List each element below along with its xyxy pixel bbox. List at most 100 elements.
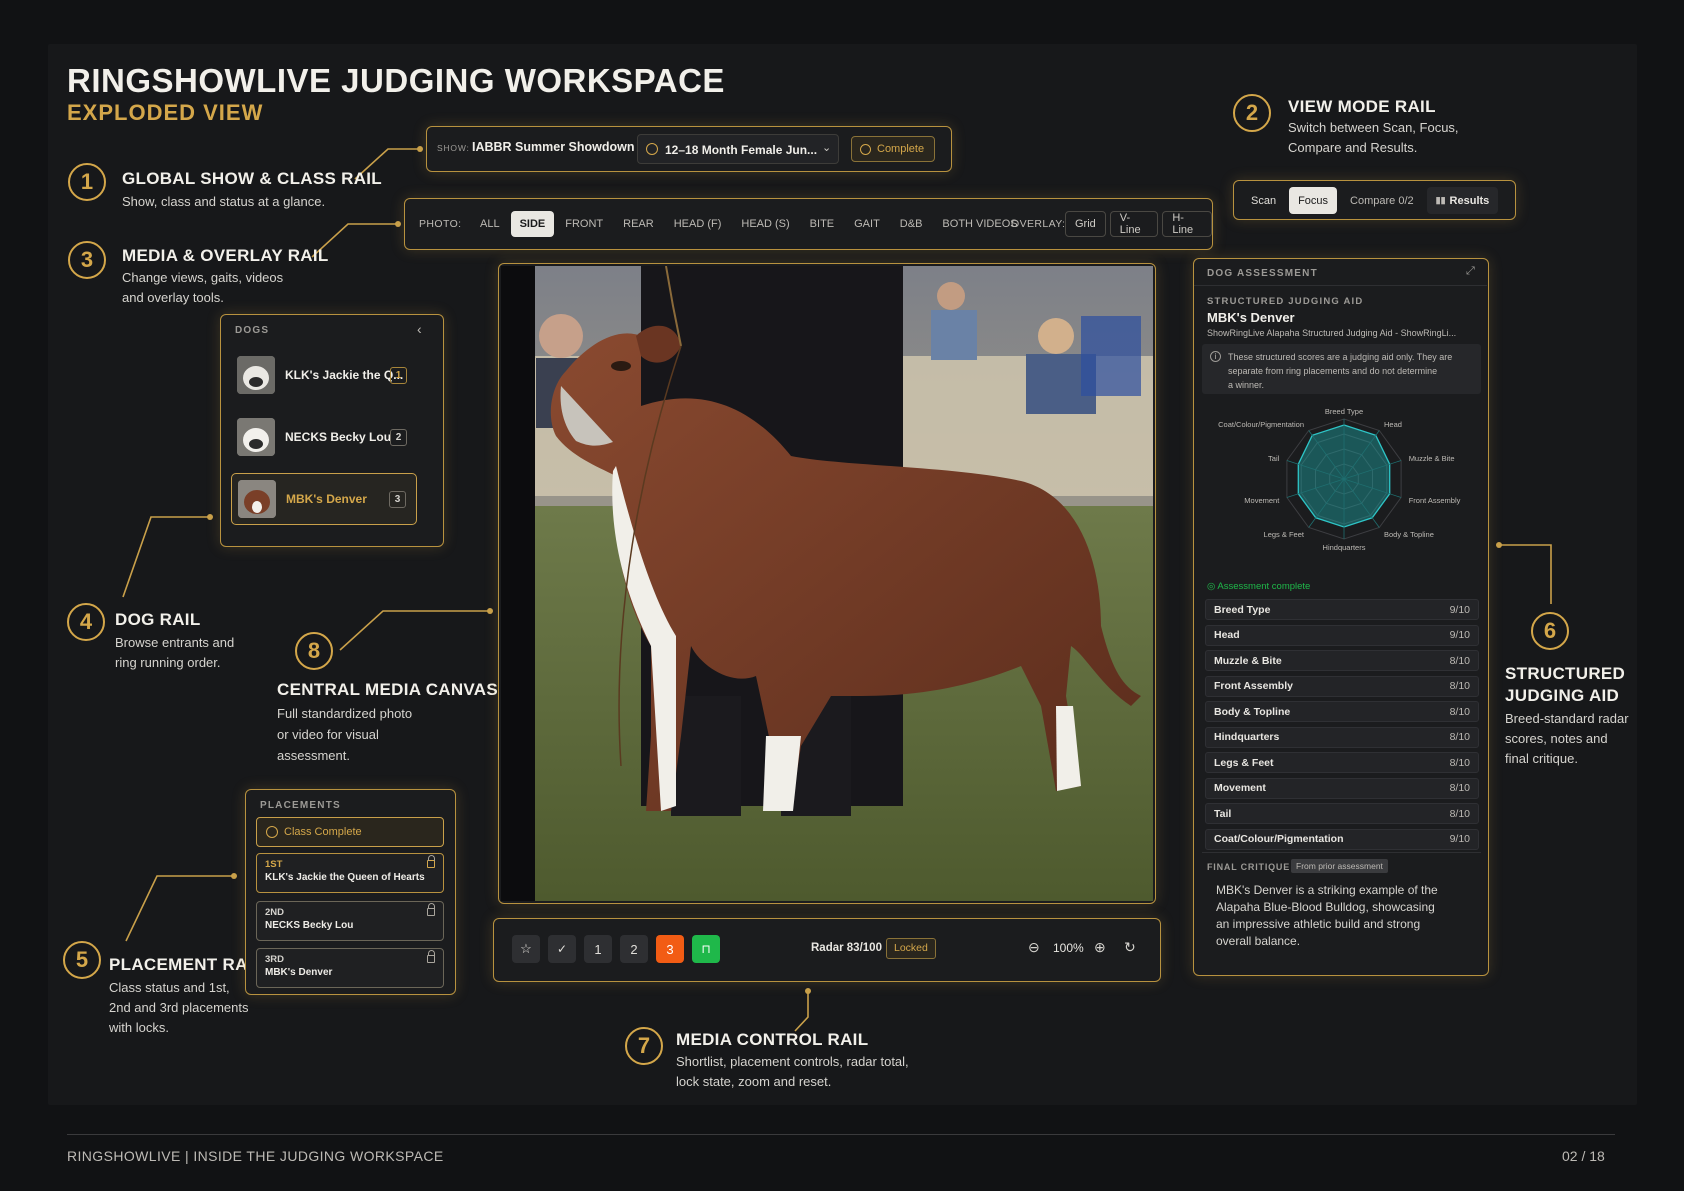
tab-head-s[interactable]: HEAD (S) — [732, 211, 798, 237]
star-icon[interactable]: ☆ — [512, 935, 540, 963]
tab-all[interactable]: ALL — [471, 211, 509, 237]
running-order-badge: 2 — [390, 428, 407, 446]
focus-mode-button[interactable]: Focus — [1289, 187, 1338, 214]
dog-thumbnail — [238, 480, 276, 518]
score-row[interactable]: Breed Type 9/10 — [1205, 599, 1479, 620]
collapse-chevron-icon[interactable]: ‹ — [417, 321, 422, 337]
chevron-down-icon: ⌄ — [822, 142, 832, 154]
placement-1st[interactable]: 1ST KLK's Jackie the Queen of Hearts — [256, 853, 444, 893]
view-tabs: ALL SIDE FRONT REAR HEAD (F) HEAD (S) BI… — [471, 211, 1027, 237]
global-show-rail: SHOW: IABBR Summer Showdown 12–18 Month … — [426, 126, 952, 172]
tab-side[interactable]: SIDE — [510, 211, 555, 237]
tab-gait[interactable]: GAIT — [845, 211, 889, 237]
tab-d-and-b[interactable]: D&B — [891, 211, 932, 237]
check-circle-icon[interactable]: ✓ — [548, 935, 576, 963]
footer-divider — [67, 1134, 1615, 1135]
dog-item-2[interactable]: NECKS Becky Lou 2 — [231, 411, 417, 463]
scan-mode-button[interactable]: Scan — [1242, 187, 1285, 214]
place-2-button[interactable]: 2 — [620, 935, 648, 963]
view-mode-tabs: Scan Focus Compare 0/2 ▮▮ Results — [1242, 187, 1499, 214]
callout-5-desc-3: with locks. — [109, 1020, 169, 1035]
callout-2-desc-1: Switch between Scan, Focus, — [1288, 120, 1459, 135]
callout-1-title: GLOBAL SHOW & CLASS RAIL — [122, 169, 382, 188]
callout-6-title-1: STRUCTURED — [1505, 664, 1626, 683]
callout-8-desc-3: assessment. — [277, 748, 350, 763]
callout-5-title: PLACEMENT RAIL — [109, 955, 264, 974]
dog-name: KLK's Jackie the Q... — [285, 368, 404, 382]
score-value: 8/10 — [1449, 705, 1470, 718]
score-label: Body & Topline — [1214, 705, 1291, 718]
placement-3rd[interactable]: 3RD MBK's Denver — [256, 948, 444, 988]
callout-4-title: DOG RAIL — [115, 610, 201, 629]
lock-icon[interactable] — [427, 950, 435, 963]
results-mode-button[interactable]: ▮▮ Results — [1426, 187, 1499, 214]
callout-2-desc-2: Compare and Results. — [1288, 140, 1418, 155]
critique-text: MBK's Denver is a striking example of th… — [1216, 882, 1438, 950]
placement-2nd[interactable]: 2ND NECKS Becky Lou — [256, 901, 444, 941]
tab-head-f[interactable]: HEAD (F) — [665, 211, 731, 237]
dog-item-1[interactable]: KLK's Jackie the Q... 1 — [231, 349, 417, 401]
critique-line: an impressive athletic build and strong — [1216, 917, 1421, 931]
tab-bite[interactable]: BITE — [801, 211, 843, 237]
score-row[interactable]: Movement 8/10 — [1205, 777, 1479, 799]
score-label: Legs & Feet — [1214, 756, 1274, 769]
callout-6-title-2: JUDGING AID — [1505, 686, 1620, 705]
score-value: 8/10 — [1449, 756, 1470, 769]
score-row[interactable]: Legs & Feet 8/10 — [1205, 752, 1479, 773]
view-mode-rail: Scan Focus Compare 0/2 ▮▮ Results — [1233, 180, 1516, 220]
overlay-grid-button[interactable]: Grid — [1065, 211, 1106, 237]
dog-photo — [501, 266, 1153, 901]
place-1-button[interactable]: 1 — [584, 935, 612, 963]
score-row[interactable]: Body & Topline 8/10 — [1205, 701, 1479, 722]
score-row[interactable]: Muzzle & Bite 8/10 — [1205, 650, 1479, 671]
critique-line: overall balance. — [1216, 934, 1301, 948]
tab-front[interactable]: FRONT — [556, 211, 612, 237]
footer-page-number: 02 / 18 — [1562, 1148, 1605, 1164]
score-value: 9/10 — [1449, 603, 1470, 616]
score-label: Front Assembly — [1214, 680, 1293, 692]
placement-rank: 3RD — [265, 954, 285, 965]
placement-rank: 1ST — [265, 859, 283, 870]
overlay-vline-button[interactable]: V-Line — [1109, 211, 1159, 237]
dog-name: MBK's Denver — [286, 492, 367, 506]
score-value: 8/10 — [1449, 680, 1470, 692]
score-row[interactable]: Coat/Colour/Pigmentation 9/10 — [1205, 828, 1479, 850]
overlay-hline-button[interactable]: H-Line — [1162, 211, 1212, 237]
score-row[interactable]: Hindquarters 8/10 — [1205, 726, 1479, 748]
placement-dog: NECKS Becky Lou — [265, 920, 354, 931]
class-status-text: Class Complete — [284, 826, 362, 838]
callout-3-desc-2: and overlay tools. — [122, 290, 224, 305]
dog-item-3-selected[interactable]: MBK's Denver 3 — [231, 473, 417, 525]
slide: RINGSHOWLIVE JUDGING WORKSPACE EXPLODED … — [48, 44, 1637, 1135]
score-value: 9/10 — [1449, 833, 1470, 845]
callout-1-desc: Show, class and status at a glance. — [122, 194, 326, 209]
score-row[interactable]: Front Assembly 8/10 — [1205, 675, 1479, 697]
callout-8-desc-2: or video for visual — [277, 727, 379, 742]
zoom-out-icon[interactable]: ⊖ — [1028, 939, 1040, 956]
callout-6-desc-1: Breed-standard radar — [1505, 711, 1629, 726]
score-label: Coat/Colour/Pigmentation — [1214, 833, 1344, 845]
unlock-icon[interactable]: ⊓ — [692, 935, 720, 963]
compare-mode-button[interactable]: Compare 0/2 — [1341, 187, 1423, 214]
show-name[interactable]: IABBR Summer Showdown — [472, 140, 635, 154]
class-name: 12–18 Month Female Jun... — [665, 143, 818, 157]
placement-dog: MBK's Denver — [265, 967, 333, 978]
place-3-button[interactable]: 3 — [656, 935, 684, 963]
callout-2-title: VIEW MODE RAIL — [1288, 97, 1436, 116]
score-row[interactable]: Head 9/10 — [1205, 624, 1479, 646]
callout-6-number: 6 — [1531, 612, 1569, 650]
central-media-canvas[interactable] — [498, 263, 1156, 904]
class-select[interactable]: 12–18 Month Female Jun... ⌄ — [637, 134, 839, 164]
callout-8-desc-1: Full standardized photo — [277, 706, 413, 721]
score-row[interactable]: Tail 8/10 — [1205, 803, 1479, 824]
callout-6-desc-2: scores, notes and — [1505, 731, 1608, 746]
zoom-in-icon[interactable]: ⊕ — [1094, 939, 1106, 956]
status-text: Complete — [877, 143, 925, 155]
lock-icon[interactable] — [427, 855, 435, 868]
callout-2-number: 2 — [1233, 94, 1271, 132]
lock-icon[interactable] — [427, 903, 435, 916]
callout-3-desc-1: Change views, gaits, videos — [122, 270, 284, 285]
callout-3-title: MEDIA & OVERLAY RAIL — [122, 246, 329, 265]
reset-icon[interactable]: ↻ — [1124, 939, 1136, 956]
tab-rear[interactable]: REAR — [614, 211, 663, 237]
